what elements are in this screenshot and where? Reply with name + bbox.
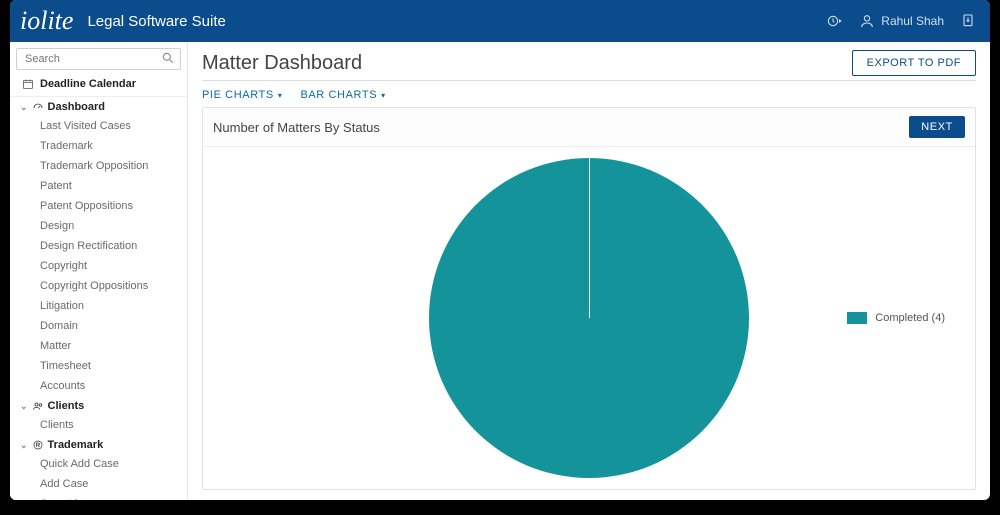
section-title: Clients bbox=[48, 400, 85, 412]
section-title: Trademark bbox=[48, 439, 104, 451]
user-menu[interactable]: Rahul Shah bbox=[859, 13, 944, 29]
chart-legend: Completed (4) bbox=[847, 312, 945, 324]
calendar-label: Deadline Calendar bbox=[40, 78, 136, 90]
page-title: Matter Dashboard bbox=[202, 52, 362, 75]
gauge-icon bbox=[32, 101, 44, 113]
tab-pie-charts[interactable]: PIE CHARTS ▾ bbox=[202, 89, 282, 101]
sidebar-item-domain[interactable]: Domain bbox=[10, 316, 187, 336]
app-title: Legal Software Suite bbox=[87, 13, 225, 30]
next-button[interactable]: NEXT bbox=[909, 116, 965, 138]
people-icon bbox=[32, 400, 44, 412]
sidebar-item-case-list[interactable]: Case List bbox=[10, 494, 187, 500]
export-pdf-button[interactable]: EXPORT TO PDF bbox=[852, 50, 976, 76]
chart-card-body[interactable]: Completed (4) bbox=[203, 147, 975, 489]
registered-icon bbox=[32, 439, 44, 451]
export-icon[interactable] bbox=[960, 13, 976, 29]
chevron-down-icon: ⌄ bbox=[20, 440, 28, 451]
sidebar-deadline-calendar[interactable]: Deadline Calendar bbox=[10, 74, 187, 97]
chevron-down-icon: ▾ bbox=[278, 91, 283, 100]
app-window: iolite Legal Software Suite Rahul Shah bbox=[10, 0, 990, 500]
sidebar-section-dashboard[interactable]: ⌄ Dashboard bbox=[10, 97, 187, 116]
chart-card-header: Number of Matters By Status NEXT bbox=[203, 108, 975, 147]
sidebar: Deadline Calendar ⌄ Dashboard Last Visit… bbox=[10, 42, 188, 500]
sidebar-item-design-rectification[interactable]: Design Rectification bbox=[10, 236, 187, 256]
legend-swatch bbox=[847, 312, 867, 324]
history-play-icon[interactable] bbox=[827, 13, 843, 29]
header-actions: Rahul Shah bbox=[827, 13, 976, 29]
sidebar-item-timesheet[interactable]: Timesheet bbox=[10, 356, 187, 376]
sidebar-item-design[interactable]: Design bbox=[10, 216, 187, 236]
tab-label: BAR CHARTS bbox=[300, 89, 377, 101]
sidebar-section-trademark[interactable]: ⌄ Trademark bbox=[10, 435, 187, 454]
sidebar-item-add-case[interactable]: Add Case bbox=[10, 474, 187, 494]
sidebar-item-last-visited-cases[interactable]: Last Visited Cases bbox=[10, 116, 187, 136]
sidebar-item-trademark[interactable]: Trademark bbox=[10, 136, 187, 156]
app-logo: iolite bbox=[20, 6, 73, 36]
main-content: Matter Dashboard EXPORT TO PDF PIE CHART… bbox=[188, 42, 990, 500]
sidebar-item-trademark-opposition[interactable]: Trademark Opposition bbox=[10, 156, 187, 176]
user-name-label: Rahul Shah bbox=[881, 14, 944, 28]
sidebar-nav[interactable]: ⌄ Dashboard Last Visited Cases Trademark… bbox=[10, 97, 187, 500]
chevron-down-icon: ⌄ bbox=[20, 102, 28, 113]
sidebar-section-clients[interactable]: ⌄ Clients bbox=[10, 396, 187, 415]
app-header: iolite Legal Software Suite Rahul Shah bbox=[10, 0, 990, 42]
search-icon bbox=[161, 51, 175, 65]
chart-type-tabs: PIE CHARTS ▾ BAR CHARTS ▾ bbox=[202, 81, 976, 107]
legend-label: Completed (4) bbox=[875, 312, 945, 324]
chevron-down-icon: ▾ bbox=[381, 91, 386, 100]
chevron-down-icon: ⌄ bbox=[20, 401, 28, 412]
calendar-icon bbox=[22, 78, 34, 90]
sidebar-item-copyright-oppositions[interactable]: Copyright Oppositions bbox=[10, 276, 187, 296]
sidebar-item-copyright[interactable]: Copyright bbox=[10, 256, 187, 276]
sidebar-item-patent-oppositions[interactable]: Patent Oppositions bbox=[10, 196, 187, 216]
tab-bar-charts[interactable]: BAR CHARTS ▾ bbox=[300, 89, 385, 101]
tab-label: PIE CHARTS bbox=[202, 89, 274, 101]
main-header: Matter Dashboard EXPORT TO PDF bbox=[202, 50, 976, 81]
sidebar-item-accounts[interactable]: Accounts bbox=[10, 376, 187, 396]
sidebar-item-clients[interactable]: Clients bbox=[10, 415, 187, 435]
search-input[interactable] bbox=[16, 48, 181, 70]
sidebar-search bbox=[10, 42, 187, 74]
sidebar-item-patent[interactable]: Patent bbox=[10, 176, 187, 196]
sidebar-item-litigation[interactable]: Litigation bbox=[10, 296, 187, 316]
sidebar-item-quick-add-case[interactable]: Quick Add Case bbox=[10, 454, 187, 474]
sidebar-item-matter[interactable]: Matter bbox=[10, 336, 187, 356]
chart-card: Number of Matters By Status NEXT Complet… bbox=[202, 107, 976, 490]
pie-chart bbox=[429, 158, 749, 478]
chart-title: Number of Matters By Status bbox=[213, 120, 380, 135]
app-body: Deadline Calendar ⌄ Dashboard Last Visit… bbox=[10, 42, 990, 500]
section-title: Dashboard bbox=[48, 101, 105, 113]
